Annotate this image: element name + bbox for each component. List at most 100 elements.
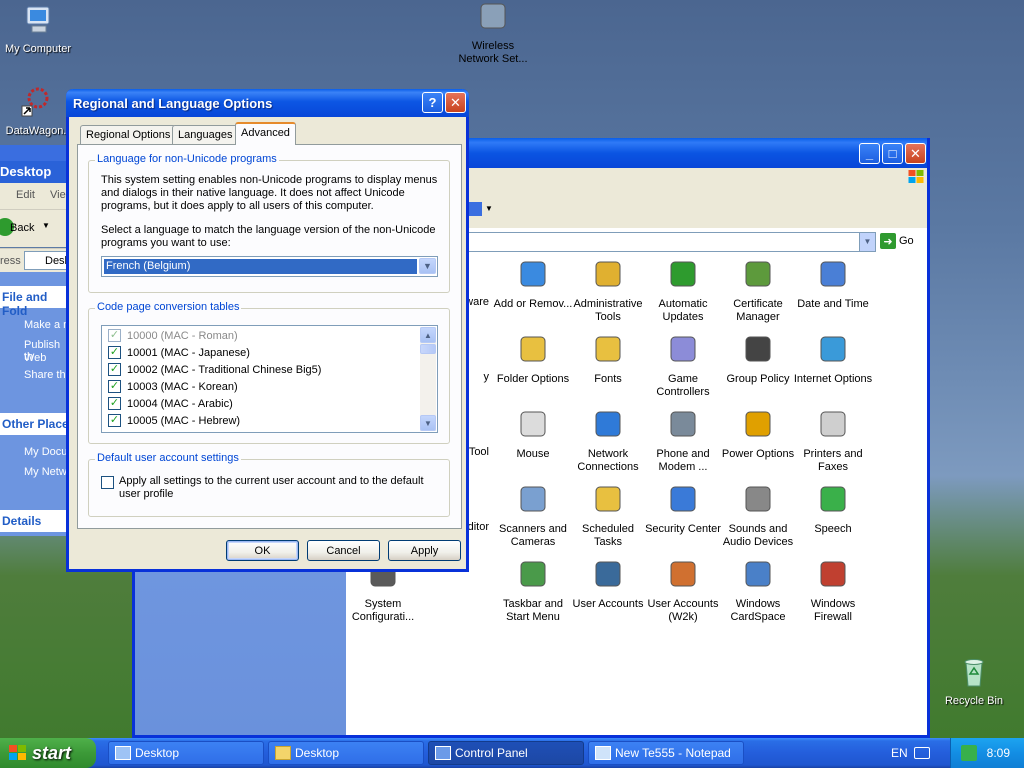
link-share-folder[interactable]: Share thi (24, 369, 68, 381)
scroll-thumb[interactable] (420, 344, 436, 354)
code-page-list[interactable]: ✓ 10000 (MAC - Roman) ✓ 10001 (MAC - Jap… (101, 325, 438, 433)
code-page-scrollbar[interactable]: ▲ ▼ (420, 327, 436, 431)
cancel-button[interactable]: Cancel (307, 540, 380, 561)
link-publish-web-2[interactable]: Web (24, 352, 46, 364)
section-other-places[interactable]: Other Place (0, 413, 70, 435)
close-button[interactable]: ✕ (905, 143, 926, 164)
datawagon-shortcut-icon (21, 87, 49, 117)
task-notepad[interactable]: New Te555 - Notepad (588, 741, 744, 765)
minimize-button[interactable]: _ (859, 143, 880, 164)
control-panel-item[interactable]: Administrative Tools (568, 258, 648, 324)
taskbar-start-menu-icon (520, 561, 546, 587)
control-panel-item[interactable]: Fonts (568, 333, 648, 386)
desktop-icon-datawagon[interactable]: DataWagon. (0, 86, 74, 137)
control-panel-item[interactable]: Automatic Updates (643, 258, 723, 324)
maximize-button[interactable]: □ (882, 143, 903, 164)
task-desktop-1[interactable]: Desktop (108, 741, 264, 765)
dialog-close-button[interactable]: ✕ (445, 92, 466, 113)
control-panel-item[interactable]: Add or Remov... (493, 258, 573, 311)
control-panel-item-label: User Accounts (W2k) (647, 598, 719, 623)
language-select[interactable]: French (Belgium) ▼ (101, 256, 438, 277)
checkbox[interactable]: ✓ (108, 363, 121, 376)
control-panel-item[interactable]: Windows CardSpace (718, 558, 798, 624)
scroll-up-icon[interactable]: ▲ (420, 327, 436, 343)
explorer-back-address-input[interactable]: Desk (24, 251, 70, 270)
control-panel-item[interactable]: Security Center (643, 483, 723, 536)
control-panel-item[interactable]: Date and Time (793, 258, 873, 311)
apply-all-label: Apply all settings to the current user a… (119, 475, 424, 500)
back-dropdown-icon[interactable]: ▼ (42, 221, 50, 230)
checkbox[interactable]: ✓ (108, 380, 121, 393)
views-dropdown-icon[interactable]: ▼ (485, 204, 493, 213)
list-item[interactable]: ✓ 10003 (MAC - Korean) (108, 380, 238, 393)
control-panel-item[interactable]: Power Options (718, 408, 798, 461)
checkbox[interactable]: ✓ (108, 414, 121, 427)
control-panel-item-label: Folder Options (496, 373, 570, 385)
mouse-icon (520, 411, 546, 437)
chevron-down-icon[interactable]: ▼ (419, 258, 436, 274)
control-panel-item[interactable]: Certificate Manager (718, 258, 798, 324)
link-my-network[interactable]: My Netw (24, 466, 67, 478)
control-panel-item[interactable]: Printers and Faxes (793, 408, 873, 474)
control-panel-item-label: Network Connections (577, 448, 639, 473)
control-panel-item[interactable]: Network Connections (568, 408, 648, 474)
clock[interactable]: 8:09 (987, 746, 1010, 760)
group-policy-icon (745, 336, 771, 362)
tab-languages[interactable]: Languages (172, 125, 239, 144)
checkbox[interactable]: ✓ (108, 329, 121, 342)
control-panel-item[interactable]: User Accounts (W2k) (643, 558, 723, 624)
section-details[interactable]: Details (0, 510, 70, 532)
address-dropdown-icon[interactable]: ▼ (859, 233, 875, 251)
explorer-back-titlebar[interactable] (0, 145, 70, 161)
tab-regional-options[interactable]: Regional Options (80, 125, 177, 144)
dialog-titlebar[interactable]: Regional and Language Options (66, 89, 469, 117)
list-item[interactable]: ✓ 10001 (MAC - Japanese) (108, 346, 250, 359)
list-item[interactable]: ✓ 10000 (MAC - Roman) (108, 329, 238, 342)
task-desktop-2[interactable]: Desktop (268, 741, 424, 765)
checkbox[interactable]: ✓ (108, 397, 121, 410)
notepad-icon (595, 746, 611, 760)
link-my-documents[interactable]: My Docu (24, 446, 67, 458)
control-panel-item-label: Power Options (721, 448, 795, 460)
scroll-down-icon[interactable]: ▼ (420, 415, 436, 431)
list-item[interactable]: ✓ 10005 (MAC - Hebrew) (108, 414, 240, 427)
control-panel-item[interactable]: Windows Firewall (793, 558, 873, 624)
group-code-page-label: Code page conversion tables (95, 301, 242, 313)
apply-button[interactable]: Apply (388, 540, 461, 561)
task-control-panel[interactable]: Control Panel (428, 741, 584, 765)
network-tray-icon[interactable] (961, 745, 977, 761)
list-item[interactable]: ✓ 10002 (MAC - Traditional Chinese Big5) (108, 363, 321, 376)
menu-view[interactable]: Vie (50, 189, 66, 201)
control-panel-item[interactable]: Mouse (493, 408, 573, 461)
control-panel-item[interactable]: Phone and Modem ... (643, 408, 723, 474)
control-panel-item[interactable]: Speech (793, 483, 873, 536)
go-button[interactable]: ➜ Go (880, 233, 914, 249)
menu-edit[interactable]: Edit (16, 189, 35, 201)
control-panel-item-label: Windows Firewall (810, 598, 856, 623)
control-panel-item[interactable]: Game Controllers (643, 333, 723, 399)
control-panel-item[interactable]: Taskbar and Start Menu (493, 558, 573, 624)
control-panel-item[interactable]: Wireless Network Set... (453, 0, 533, 66)
desktop-icon-recycle-bin[interactable]: Recycle Bin (936, 656, 1012, 707)
apply-all-checkbox[interactable] (101, 476, 114, 489)
help-button[interactable]: ? (422, 92, 443, 113)
power-options-icon (745, 411, 771, 437)
back-button[interactable]: Back (10, 222, 34, 234)
link-make-new-folder[interactable]: Make a n (24, 319, 69, 331)
control-panel-item[interactable]: Sounds and Audio Devices (718, 483, 798, 549)
list-item[interactable]: ✓ 10004 (MAC - Arabic) (108, 397, 233, 410)
ok-button[interactable]: OK (226, 540, 299, 561)
control-panel-item[interactable]: Scheduled Tasks (568, 483, 648, 549)
tab-advanced[interactable]: Advanced (235, 122, 296, 145)
control-panel-item[interactable]: Internet Options (793, 333, 873, 386)
control-panel-item[interactable]: Folder Options (493, 333, 573, 386)
language-indicator[interactable]: EN (891, 746, 908, 760)
control-panel-item[interactable]: User Accounts (568, 558, 648, 611)
checkbox[interactable]: ✓ (108, 346, 121, 359)
section-file-folder[interactable]: File and Fold (0, 286, 70, 318)
control-panel-item[interactable]: Group Policy (718, 333, 798, 386)
control-panel-item[interactable]: Scanners and Cameras (493, 483, 573, 549)
keyboard-icon[interactable] (914, 747, 930, 759)
desktop-icon-my-computer[interactable]: My Computer (0, 4, 76, 55)
start-button[interactable]: start (0, 738, 96, 768)
